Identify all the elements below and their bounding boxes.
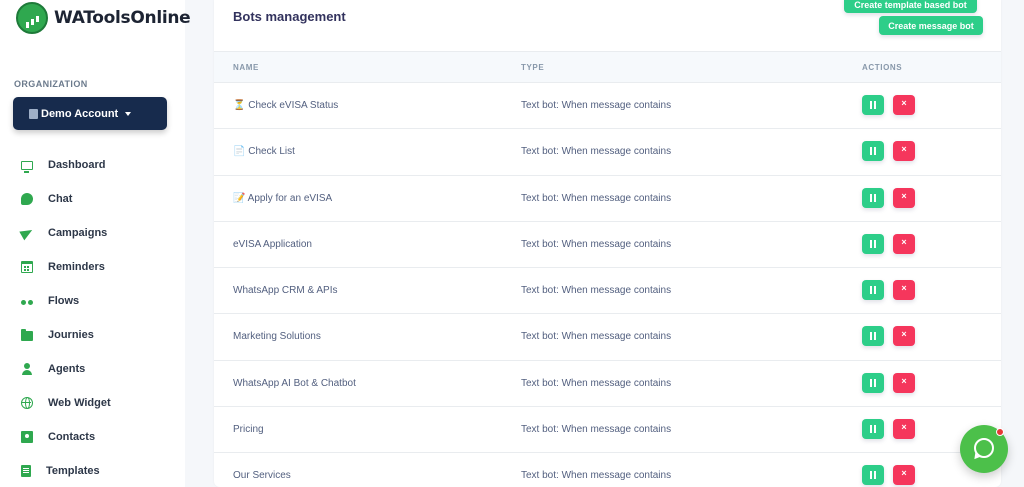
bot-type: Text bot: When message contains	[521, 285, 672, 297]
sidebar-item-label: Reminders	[48, 261, 105, 273]
chat-icon	[21, 193, 33, 205]
bot-type: Text bot: When message contains	[521, 470, 672, 482]
bot-type: Text bot: When message contains	[521, 238, 672, 250]
page-title: Bots management	[233, 9, 346, 24]
table-row: eVISA Application Text bot: When message…	[214, 222, 1001, 269]
delete-bot-button[interactable]	[893, 95, 915, 115]
sidebar-item-label: Journies	[48, 329, 94, 341]
notification-dot	[996, 428, 1004, 436]
table-row: WhatsApp AI Bot & Chatbot Text bot: When…	[214, 361, 1001, 408]
sidebar-item-templates[interactable]: Templates	[0, 454, 185, 487]
brand-logo[interactable]: WAToolsOnline	[16, 2, 191, 34]
bot-name: 📄 Check List	[233, 146, 295, 158]
delete-bot-button[interactable]	[893, 465, 915, 486]
edit-bot-button[interactable]	[862, 280, 884, 301]
table-row: ⏳ Check eVISA Status Text bot: When mess…	[214, 83, 1001, 130]
delete-bot-button[interactable]	[893, 372, 915, 393]
whatsapp-icon	[974, 438, 994, 458]
sidebar-item-reminders[interactable]: Reminders	[0, 250, 185, 284]
bot-name: ⏳ Check eVISA Status	[233, 100, 339, 111]
organization-dropdown-button[interactable]: Demo Account	[13, 97, 167, 130]
bot-name: Marketing Solutions	[233, 331, 321, 343]
folder-icon	[21, 329, 33, 341]
bot-type: Text bot: When message contains	[521, 377, 672, 389]
whatsapp-chart-icon	[16, 2, 48, 34]
delete-bot-button[interactable]	[893, 280, 915, 301]
create-template-bot-button[interactable]: Create template based bot	[844, 0, 977, 13]
bot-type: Text bot: When message contains	[521, 146, 672, 158]
column-header-name: NAME	[233, 63, 259, 72]
bot-name: eVISA Application	[233, 238, 312, 250]
sidebar-item-journies[interactable]: Journies	[0, 318, 185, 352]
sidebar-nav: Dashboard Chat Campaigns Reminders Flows…	[0, 148, 185, 487]
table-row: 📄 Check List Text bot: When message cont…	[214, 129, 1001, 176]
brand-name: WAToolsOnline	[54, 8, 191, 28]
edit-bot-button[interactable]	[862, 95, 884, 115]
table-header: NAME TYPE ACTIONS	[214, 51, 1001, 83]
sidebar-item-contacts[interactable]: Contacts	[0, 420, 185, 454]
delete-bot-button[interactable]	[893, 326, 915, 347]
bot-type: Text bot: When message contains	[521, 100, 672, 111]
create-message-bot-button[interactable]: Create message bot	[879, 16, 983, 35]
delete-bot-button[interactable]	[893, 419, 915, 440]
bot-name: Pricing	[233, 424, 264, 436]
caret-down-icon	[125, 111, 132, 116]
column-header-actions: ACTIONS	[862, 63, 903, 72]
edit-bot-button[interactable]	[862, 372, 884, 393]
edit-bot-button[interactable]	[862, 326, 884, 347]
sidebar-item-campaigns[interactable]: Campaigns	[0, 216, 185, 250]
edit-bot-button[interactable]	[862, 187, 884, 208]
bot-name: Our Services	[233, 470, 291, 482]
user-icon	[21, 363, 33, 375]
sidebar-item-agents[interactable]: Agents	[0, 352, 185, 386]
sidebar-item-label: Contacts	[48, 431, 96, 443]
organization-name: Demo Account	[41, 107, 119, 120]
sidebar-item-label: Dashboard	[48, 159, 106, 171]
bot-name: WhatsApp CRM & APIs	[233, 285, 338, 297]
organization-label: ORGANIZATION	[14, 79, 88, 89]
table-row: WhatsApp CRM & APIs Text bot: When messa…	[214, 268, 1001, 315]
delete-bot-button[interactable]	[893, 233, 915, 254]
monitor-icon	[21, 160, 33, 173]
flow-icon	[21, 299, 33, 306]
sidebar-item-web-widget[interactable]: Web Widget	[0, 386, 185, 420]
send-icon	[19, 225, 35, 241]
delete-bot-button[interactable]	[893, 141, 915, 162]
globe-icon	[21, 397, 33, 409]
sidebar-item-label: Web Widget	[48, 397, 111, 409]
sidebar-item-label: Templates	[46, 465, 100, 477]
bot-name: WhatsApp AI Bot & Chatbot	[233, 377, 356, 389]
building-icon	[29, 108, 38, 119]
calendar-icon	[21, 261, 33, 273]
table-row: Marketing Solutions Text bot: When messa…	[214, 314, 1001, 361]
bot-type: Text bot: When message contains	[521, 192, 672, 204]
table-row: Pricing Text bot: When message contains	[214, 407, 1001, 454]
edit-bot-button[interactable]	[862, 419, 884, 440]
sidebar-item-label: Agents	[48, 363, 86, 375]
document-icon	[21, 465, 31, 477]
sidebar-item-dashboard[interactable]: Dashboard	[0, 148, 185, 182]
column-header-type: TYPE	[521, 63, 545, 72]
sidebar-item-label: Flows	[48, 295, 80, 307]
bots-table-body: ⏳ Check eVISA Status Text bot: When mess…	[214, 83, 1001, 487]
bot-type: Text bot: When message contains	[521, 424, 672, 436]
sidebar-item-label: Chat	[48, 193, 73, 205]
bot-type: Text bot: When message contains	[521, 331, 672, 343]
sidebar: WAToolsOnline ORGANIZATION Demo Account …	[0, 0, 191, 487]
bot-name: 📝 Apply for an eVISA	[233, 192, 333, 204]
table-row: Our Services Text bot: When message cont…	[214, 453, 1001, 487]
table-row: 📝 Apply for an eVISA Text bot: When mess…	[214, 176, 1001, 222]
edit-bot-button[interactable]	[862, 141, 884, 162]
edit-bot-button[interactable]	[862, 233, 884, 254]
sidebar-item-chat[interactable]: Chat	[0, 182, 185, 216]
bots-management-card: Bots management Create template based bo…	[214, 0, 1001, 487]
sidebar-item-flows[interactable]: Flows	[0, 284, 185, 318]
sidebar-item-label: Campaigns	[48, 227, 108, 239]
contacts-icon	[21, 431, 33, 443]
edit-bot-button[interactable]	[862, 465, 884, 486]
delete-bot-button[interactable]	[893, 187, 915, 208]
